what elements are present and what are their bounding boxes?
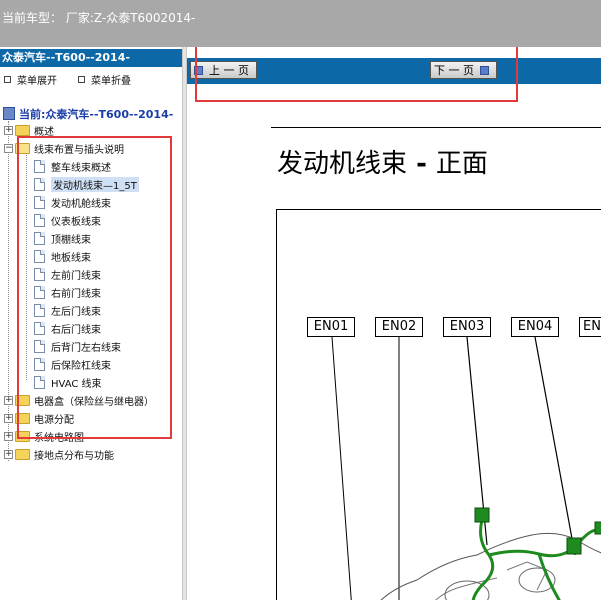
expand-plus-icon: +: [4, 431, 13, 441]
tree-root-label: 当前:众泰汽车--T600--2014-: [19, 107, 174, 121]
highlight-box-nav: [195, 47, 518, 102]
title-main: 发动机线束: [277, 149, 408, 179]
expand-all-label: 菜单展开: [17, 76, 57, 87]
tree-item-ground-points[interactable]: + 接地点分布与功能: [4, 446, 114, 463]
connector-label-en02: EN02: [375, 317, 423, 337]
content-pane: 上 一 页 下 一 页 发动机线束 - 正面 EN01 EN02 EN03 EN…: [187, 47, 601, 600]
connector-label-en04: EN04: [511, 317, 559, 337]
top-bar: 当前车型： 厂家:Z-众泰T6002014-: [0, 0, 601, 47]
tree-item-label: 接地点分布与功能: [34, 451, 114, 462]
title-sub: 正面: [435, 149, 488, 179]
vehicle-model-text: 当前车型： 厂家:Z-众泰T6002014-: [2, 9, 195, 26]
folder-icon: [15, 125, 30, 136]
sidebar-header: 众泰汽车--T600--2014-: [0, 49, 182, 67]
vehicle-model-label: 当前车型：: [2, 11, 63, 25]
highlight-box-tree: [17, 136, 172, 439]
vehicle-model-value: 厂家:Z-众泰T6002014-: [65, 11, 196, 25]
harness-diagram: EN01 EN02 EN03 EN04 EN: [276, 209, 601, 600]
connector-label-en03: EN03: [443, 317, 491, 337]
collapse-icon: [78, 76, 85, 83]
expand-plus-icon: +: [4, 395, 13, 405]
title-separator: -: [407, 149, 436, 179]
title-rule: [271, 127, 601, 128]
folder-icon: [15, 449, 30, 460]
harness-drawing: [331, 336, 601, 600]
connector-label-en01: EN01: [307, 317, 355, 337]
collapse-all-button[interactable]: 菜单折叠: [78, 72, 131, 87]
expand-plus-icon: +: [4, 413, 13, 423]
sidebar: 众泰汽车--T600--2014- 菜单展开 菜单折叠 当前:众泰汽车--T60…: [0, 47, 182, 600]
expand-plus-icon: +: [4, 449, 13, 459]
expand-icon: [4, 76, 11, 83]
expand-plus-icon: +: [4, 125, 13, 135]
computer-icon: [3, 107, 15, 120]
expand-all-button[interactable]: 菜单展开: [4, 72, 57, 87]
tree-root[interactable]: 当前:众泰汽车--T600--2014-: [3, 105, 173, 122]
connector-label-en05: EN: [579, 317, 601, 337]
collapse-all-label: 菜单折叠: [91, 76, 131, 87]
collapse-minus-icon: −: [4, 143, 13, 153]
page-title: 发动机线束 - 正面: [277, 143, 488, 180]
